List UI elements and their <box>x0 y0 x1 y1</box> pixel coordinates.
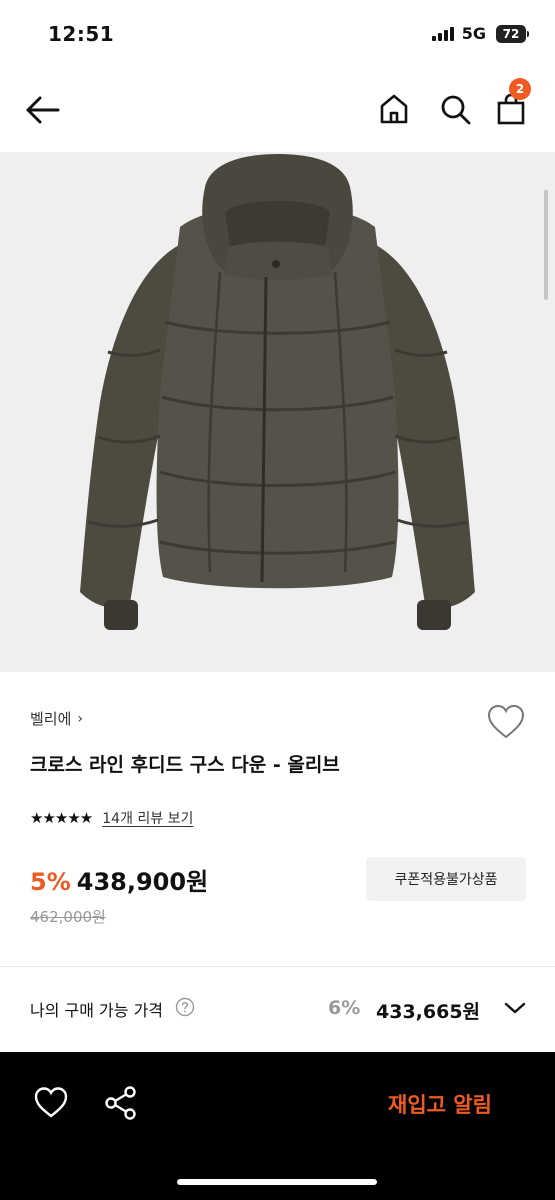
review-link[interactable]: 14개 리뷰 보기 <box>102 808 193 828</box>
product-title: 크로스 라인 후디드 구스 다운 - 올리브 <box>30 754 340 776</box>
top-nav <box>0 70 555 152</box>
cart-count-badge: 2 <box>509 78 531 100</box>
chevron-down-icon[interactable] <box>503 1000 527 1016</box>
original-price: 462,000원 <box>30 908 106 926</box>
battery-icon: 72 <box>496 24 529 43</box>
help-icon[interactable] <box>175 997 195 1017</box>
my-price-label: 나의 구매 가능 가격 <box>30 1001 164 1020</box>
signal-icon <box>431 26 454 41</box>
status-bar: 12:51 5G 72 <box>0 0 555 70</box>
share-icon[interactable] <box>103 1085 139 1121</box>
home-indicator <box>177 1179 377 1185</box>
price-row: 5% 438,900원 <box>30 862 208 897</box>
jacket-illustration <box>80 154 475 630</box>
back-arrow-icon[interactable] <box>22 92 62 128</box>
my-discount-rate: 6% <box>328 997 361 1019</box>
discount-rate: 5% <box>30 868 71 896</box>
heart-icon[interactable] <box>33 1085 69 1121</box>
network-type: 5G <box>461 24 486 43</box>
chevron-right-icon: › <box>77 710 84 727</box>
status-indicators: 5G 72 <box>431 24 529 43</box>
restock-alert-button[interactable]: 재입고 알림 <box>340 1082 540 1126</box>
search-icon[interactable] <box>438 92 472 126</box>
image-scroll-indicator[interactable] <box>544 190 548 300</box>
heart-outline-icon[interactable] <box>486 703 526 741</box>
coupon-status-chip: 쿠폰적용불가상품 <box>366 857 526 901</box>
home-icon[interactable] <box>377 92 411 126</box>
status-time: 12:51 <box>48 22 115 46</box>
product-image[interactable] <box>0 152 555 672</box>
brand-name: 벨리에 <box>30 710 72 728</box>
rating-stars: ★★★★★ <box>30 809 93 827</box>
rating-row: ★★★★★ 14개 리뷰 보기 <box>30 808 193 828</box>
my-price-row[interactable]: 나의 구매 가능 가격 6% 433,665원 <box>0 967 555 1052</box>
my-price-value: 433,665원 <box>376 1001 481 1023</box>
bottom-action-bar: 재입고 알림 <box>0 1052 555 1200</box>
battery-level: 72 <box>496 24 526 43</box>
sale-price: 438,900원 <box>76 868 209 896</box>
brand-link[interactable]: 벨리에 › <box>30 708 83 729</box>
